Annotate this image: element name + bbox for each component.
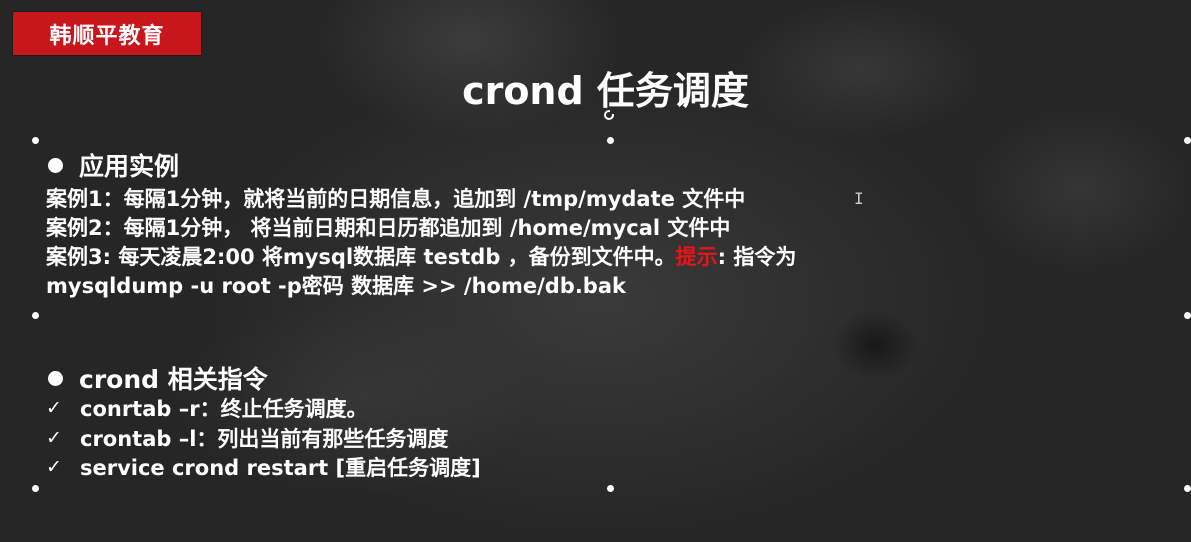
- command-item: ✓ crontab –l：列出当前有那些任务调度: [46, 423, 448, 453]
- bullet-dot-icon: [48, 370, 63, 386]
- commands-heading: crond 相关指令: [48, 360, 268, 396]
- logo-text: 韩顺平教育: [49, 23, 165, 49]
- bullet-dot-icon: [48, 157, 63, 173]
- example-line-2: 案例2：每隔1分钟， 将当前日期和日历都追加到 /home/mycal 文件中: [46, 216, 731, 240]
- example-line-1: 案例1：每隔1分钟，就将当前的日期信息，追加到 /tmp/mydate 文件中: [46, 187, 746, 211]
- example-line-4: mysqldump -u root -p密码 数据库 >> /home/db.b…: [46, 274, 626, 298]
- example-line-3-text: 案例3: 每天凌晨2:00 将mysql数据库 testdb ，备份到文件中。: [46, 245, 676, 269]
- rotate-handle-icon[interactable]: [604, 110, 614, 120]
- example-line-3: 案例3: 每天凌晨2:00 将mysql数据库 testdb ，备份到文件中。提…: [46, 241, 796, 271]
- examples-heading-label: 应用实例: [79, 152, 180, 181]
- hint-label: 提示: [675, 245, 718, 269]
- selection-handle-bottom-left[interactable]: [32, 485, 39, 492]
- selection-handle-middle-left[interactable]: [32, 312, 39, 319]
- command-item-label: service crond restart [重启任务调度]: [80, 456, 481, 480]
- logo-badge: 韩顺平教育: [13, 12, 201, 55]
- command-item-label: crontab –l：列出当前有那些任务调度: [80, 427, 449, 451]
- slide-title: crond 任务调度: [462, 69, 749, 113]
- selection-handle-bottom-right[interactable]: [1184, 485, 1191, 492]
- command-item: ✓ service crond restart [重启任务调度]: [46, 452, 481, 482]
- text-cursor-icon: I: [854, 189, 864, 208]
- selection-handle-middle-right[interactable]: [1184, 312, 1191, 319]
- checkmark-icon: ✓: [46, 427, 62, 449]
- selection-handle-top-middle[interactable]: [607, 137, 614, 144]
- example-line-3-rest: : 指令为: [717, 245, 797, 269]
- command-item-label: conrtab –r：终止任务调度。: [80, 397, 368, 421]
- selection-handle-bottom-middle[interactable]: [607, 485, 614, 492]
- checkmark-icon: ✓: [46, 397, 62, 419]
- selection-handle-top-left[interactable]: [32, 137, 39, 144]
- examples-heading: 应用实例: [48, 147, 179, 183]
- command-item: ✓ conrtab –r：终止任务调度。: [46, 393, 368, 423]
- checkmark-icon: ✓: [46, 456, 62, 478]
- commands-heading-label: crond 相关指令: [79, 365, 268, 394]
- selection-handle-top-right[interactable]: [1184, 137, 1191, 144]
